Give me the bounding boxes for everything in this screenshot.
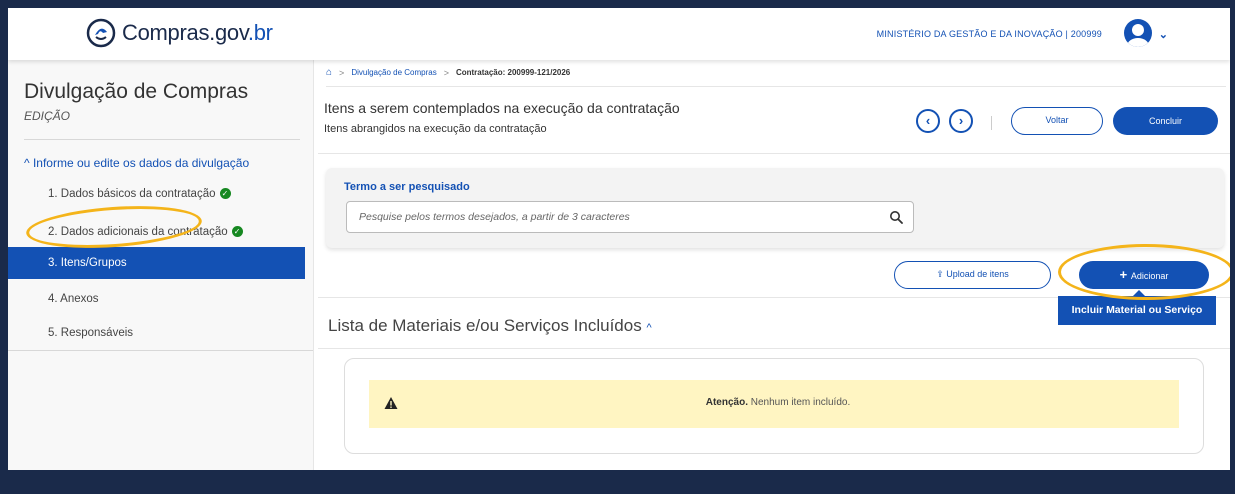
logo-text-main: Compras <box>122 20 210 45</box>
breadcrumb: ⌂ > Divulgação de Compras > Contratação:… <box>326 67 570 78</box>
sidebar-divider <box>24 139 300 140</box>
divider <box>318 153 1230 154</box>
check-circle-icon: ✓ <box>219 188 231 200</box>
add-button[interactable]: + Adicionar <box>1079 261 1209 289</box>
breadcrumb-separator: > <box>443 67 449 78</box>
sidebar-item-anexos[interactable]: 4. Anexos <box>8 283 305 315</box>
plus-icon: + <box>1119 267 1131 282</box>
search-label: Termo a ser pesquisado <box>344 181 470 193</box>
user-avatar-icon[interactable] <box>1124 19 1152 47</box>
chevron-down-icon[interactable]: ⌄ <box>1159 28 1168 41</box>
list-title-label: Lista de Materiais e/ou Serviços Incluíd… <box>328 316 642 335</box>
chevron-up-icon: ^ <box>646 322 652 334</box>
logo-text-br: .br <box>247 20 273 45</box>
finish-button[interactable]: Concluir <box>1113 107 1218 135</box>
breadcrumb-separator: > <box>339 67 345 78</box>
sidebar-item-label: 3. Itens/Grupos <box>48 257 127 269</box>
app-frame: Compras.gov.br MINISTÉRIO DA GESTÃO E DA… <box>8 8 1230 494</box>
page-subtitle: Itens abrangidos na execução da contrata… <box>324 123 547 135</box>
breadcrumb-link[interactable]: Divulgação de Compras <box>351 68 436 77</box>
search-input[interactable] <box>359 202 879 232</box>
sidebar-item-responsaveis[interactable]: 5. Responsáveis <box>8 317 305 349</box>
add-button-label: Adicionar <box>1130 271 1169 281</box>
sidebar-item-itens-grupos[interactable]: 3. Itens/Grupos <box>8 247 305 279</box>
sidebar-item-label: 2. Dados adicionais da contratação <box>48 226 228 238</box>
ministry-label: MINISTÉRIO DA GESTÃO E DA INOVAÇÃO | 200… <box>876 29 1102 39</box>
sidebar-item-label: 1. Dados básicos da contratação <box>48 188 216 200</box>
sidebar-item-label: 5. Responsáveis <box>48 327 134 339</box>
check-circle-icon: ✓ <box>231 226 243 238</box>
upload-icon: ⇪ <box>936 269 947 279</box>
empty-alert: Atenção. Nenhum item incluído. <box>369 380 1179 428</box>
upload-items-button[interactable]: ⇪ Upload de itens <box>894 261 1051 289</box>
divider <box>318 348 1230 349</box>
breadcrumb-current: Contratação: 200999-121/2026 <box>455 68 571 77</box>
sidebar-item-dados-adicionais[interactable]: 2. Dados adicionais da contratação ✓ <box>8 216 305 248</box>
divider <box>991 116 992 130</box>
upload-items-label: Upload de itens <box>946 269 1009 279</box>
sidebar-subtitle: EDIÇÃO <box>24 109 71 123</box>
divider <box>326 86 1226 87</box>
sidebar-title: Divulgação de Compras <box>24 80 249 103</box>
back-button[interactable]: Voltar <box>1011 107 1103 135</box>
search-box <box>346 201 914 233</box>
sidebar-divider <box>8 350 313 351</box>
alert-strong: Atenção. <box>705 397 748 408</box>
add-tooltip: Incluir Material ou Serviço <box>1058 290 1216 325</box>
sidebar: Divulgação de Compras EDIÇÃO ^ Informe o… <box>8 60 314 470</box>
items-card: Atenção. Nenhum item incluído. <box>344 358 1204 454</box>
home-icon[interactable]: ⌂ <box>326 67 332 78</box>
logo[interactable]: Compras.gov.br <box>86 18 273 48</box>
previous-step-button[interactable]: ‹ <box>916 109 940 133</box>
header: Compras.gov.br MINISTÉRIO DA GESTÃO E DA… <box>8 8 1230 60</box>
list-title[interactable]: Lista de Materiais e/ou Serviços Incluíd… <box>328 316 652 336</box>
search-card: Termo a ser pesquisado <box>326 168 1224 248</box>
sidebar-section-toggle[interactable]: ^ Informe ou edite os dados da divulgaçã… <box>24 156 249 170</box>
next-step-button[interactable]: › <box>949 109 973 133</box>
chevron-up-icon: ^ <box>24 156 33 170</box>
compras-logo-icon <box>86 18 116 48</box>
logo-text-gov: .gov <box>209 20 248 45</box>
footer <box>8 470 1230 494</box>
alert-message: Atenção. Nenhum item incluído. <box>373 397 1183 408</box>
sidebar-item-label: 4. Anexos <box>48 293 99 305</box>
search-icon[interactable] <box>889 210 903 224</box>
alert-body: Nenhum item incluído. <box>747 397 851 408</box>
page-title: Itens a serem contemplados na execução d… <box>324 100 680 116</box>
sidebar-item-dados-basicos[interactable]: 1. Dados básicos da contratação ✓ <box>8 178 305 210</box>
sidebar-section-label: Informe ou edite os dados da divulgação <box>32 156 250 170</box>
logo-text: Compras.gov.br <box>122 20 273 46</box>
